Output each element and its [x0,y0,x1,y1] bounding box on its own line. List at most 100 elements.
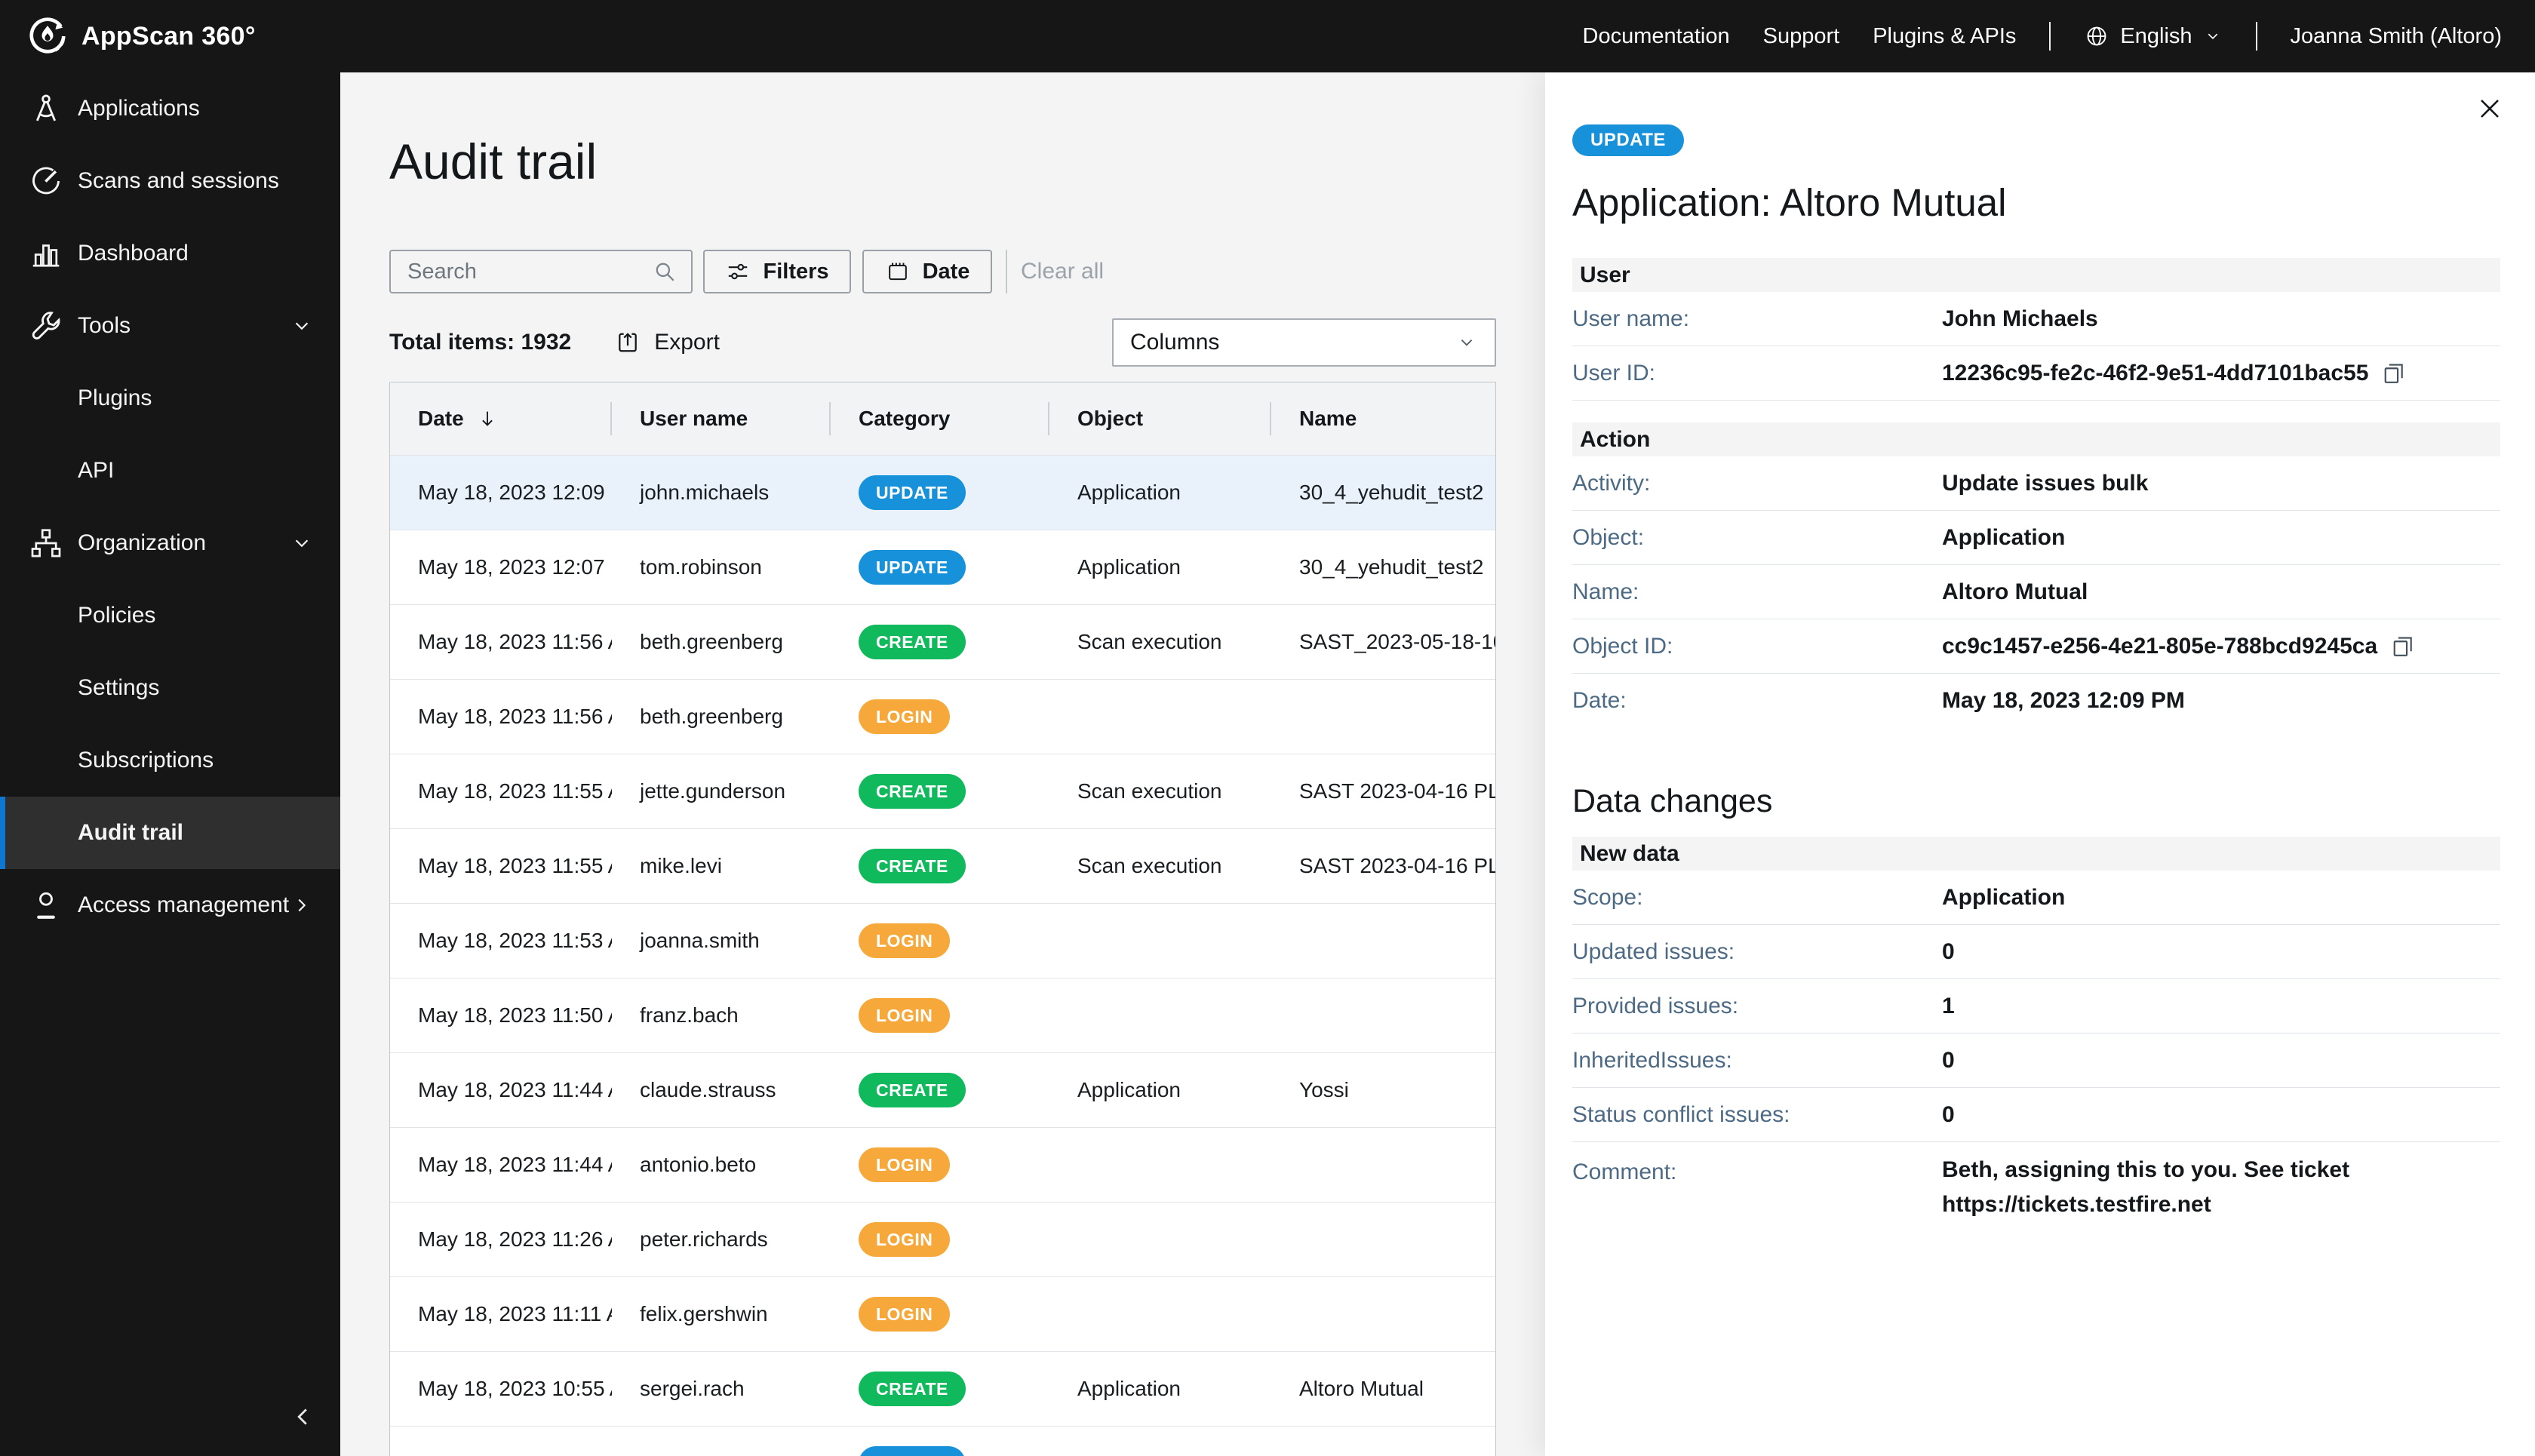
export-icon [613,328,642,357]
table-row[interactable]: May 18, 2023 11:53 AM joanna.smith LOGIN [390,903,1495,978]
clear-all-button[interactable]: Clear all [1021,259,1104,284]
detail-label: Updated issues: [1572,938,1735,964]
toolbar: Filters Date Clear all [389,250,1496,293]
table-row[interactable]: May 18, 2023 11:26 AM peter.richards LOG… [390,1202,1495,1276]
language-selector[interactable]: English [2084,23,2222,49]
sidebar-item-policies[interactable]: Policies [0,579,340,652]
appscan-logo-icon [27,16,68,57]
main-content: Audit trail Filters Date Clear all Total… [340,72,1545,1456]
column-header-category[interactable]: Category [831,382,1049,455]
table-row[interactable]: May 18, 2023 10:55 AM sergei.rach CREATE… [390,1351,1495,1426]
cell-name: Altoro Mutual [1299,1377,1424,1400]
appscan-logo: AppScan 360° [0,16,256,57]
topbar-link-documentation[interactable]: Documentation [1583,24,1730,49]
cell-category: LOGIN [831,1203,1049,1276]
cell-user-name: jette.gunderson [640,779,786,803]
cell-name: SAST_2023-05-18-10 [1299,630,1495,653]
column-header-user-name[interactable]: User name [612,382,831,455]
column-header-name[interactable]: Name [1271,382,1495,455]
table-row[interactable]: May 18, 2023 12:07 PM tom.robinson UPDAT… [390,530,1495,604]
table-row[interactable]: May 18, 2023 11:55 AM mike.levi CREATE S… [390,828,1495,903]
date-label: Date [922,259,970,284]
sidebar-item-plugins[interactable]: Plugins [0,362,340,435]
table-row[interactable]: May 18, 2023 11:50 AM franz.bach LOGIN [390,978,1495,1052]
cell-category: UPDATE [831,1427,1049,1456]
date-filter-button[interactable]: Date [862,250,992,293]
table-row[interactable]: May 18, 2023 11:44 AM antonio.beto LOGIN [390,1127,1495,1202]
user-menu[interactable]: Joanna Smith (Altoro) [2291,24,2502,49]
cell-name: 30_4_yehudit_test2 [1299,481,1484,504]
detail-value: Application [1942,884,2066,910]
table-body: May 18, 2023 12:09 PM john.michaels UPDA… [390,455,1495,1456]
section-header-action: Action [1572,422,2500,456]
table-row[interactable]: May 18, 2023 11:56 AM beth.greenberg CRE… [390,604,1495,679]
cell-name [1271,1203,1495,1276]
sidebar-collapse-button[interactable] [286,1400,319,1433]
search-input[interactable] [391,259,652,284]
detail-row-object: Object: Application [1572,511,2500,565]
table-row[interactable]: UPDATE [390,1426,1495,1456]
sidebar-item-settings[interactable]: Settings [0,652,340,724]
panel-sections: User User name: John Michaels User ID: 1… [1572,258,2500,728]
chevron-down-icon [2203,26,2223,46]
column-header-object[interactable]: Object [1049,382,1271,455]
sidebar-item-access-management[interactable]: Access management [0,869,340,941]
sidebar-item-dashboard[interactable]: Dashboard [0,217,340,290]
cell-date: May 18, 2023 11:55 AM [418,854,612,877]
sidebar-item-subscriptions[interactable]: Subscriptions [0,724,340,797]
export-label: Export [654,330,720,355]
table-row[interactable]: May 18, 2023 11:55 AM jette.gunderson CR… [390,754,1495,828]
export-button[interactable]: Export [613,328,720,357]
filters-button[interactable]: Filters [703,250,851,293]
detail-value: 12236c95-fe2c-46f2-9e51-4dd7101bac55 [1942,356,2407,391]
new-data-section: New data Scope: Application Updated issu… [1572,837,2500,1236]
cell-category: LOGIN [831,680,1049,754]
sidebar-item-applications[interactable]: Applications [0,72,340,145]
sidebar-item-organization[interactable]: Organization [0,507,340,579]
calendar-icon [885,259,911,284]
column-header-date[interactable]: Date [390,382,612,455]
cell-date: May 18, 2023 11:44 AM [418,1078,612,1101]
cell-date [390,1427,612,1456]
sidebar-item-scans-and-sessions[interactable]: Scans and sessions [0,145,340,217]
cell-date: May 18, 2023 11:56 AM [418,705,612,728]
filters-label: Filters [763,259,829,284]
table-row[interactable]: May 18, 2023 11:56 AM beth.greenberg LOG… [390,679,1495,754]
copy-icon[interactable] [2389,633,2417,660]
sidebar-item-api[interactable]: API [0,435,340,507]
cell-object: Application [1077,555,1181,579]
category-badge: CREATE [859,1372,966,1406]
topbar-right: Documentation Support Plugins & APIs Engli… [1583,22,2535,51]
table-row[interactable]: May 18, 2023 11:44 AM claude.strauss CRE… [390,1052,1495,1127]
category-badge: CREATE [859,625,966,659]
detail-value: Update issues bulk [1942,470,2149,496]
table-row[interactable]: May 18, 2023 11:11 AM felix.gershwin LOG… [390,1276,1495,1351]
topbar-link-support[interactable]: Support [1763,24,1840,49]
detail-row-updated-issues: Updated issues: 0 [1572,925,2500,979]
table-row[interactable]: May 18, 2023 12:09 PM john.michaels UPDA… [390,455,1495,530]
access-icon [28,887,64,923]
detail-value: 0 [1942,1101,1955,1127]
topbar-link-plugins-apis[interactable]: Plugins & APIs [1873,24,2016,49]
category-badge: LOGIN [859,1297,951,1332]
sidebar-item-tools[interactable]: Tools [0,290,340,362]
close-icon[interactable] [2473,92,2506,125]
cell-user-name: felix.gershwin [640,1302,768,1325]
detail-row-user-name: User name: John Michaels [1572,292,2500,346]
table-meta-row: Total items: 1932 Export Columns [389,318,1496,367]
chevron-down-icon [1455,331,1478,354]
detail-value: Altoro Mutual [1942,579,2088,604]
cell-category: LOGIN [831,1277,1049,1351]
cell-object [1049,1277,1271,1351]
cell-object: Application [1077,1377,1181,1400]
category-badge: LOGIN [859,1222,951,1257]
tools-icon [28,308,64,344]
detail-label: User name: [1572,306,1690,331]
topbar-divider [2255,22,2257,51]
columns-dropdown[interactable]: Columns [1112,318,1496,367]
copy-icon[interactable] [2380,360,2407,387]
cell-user-name: sergei.rach [640,1377,745,1400]
columns-label: Columns [1130,330,1220,355]
language-label: English [2120,23,2192,48]
sidebar-item-audit-trail[interactable]: Audit trail [0,797,340,869]
